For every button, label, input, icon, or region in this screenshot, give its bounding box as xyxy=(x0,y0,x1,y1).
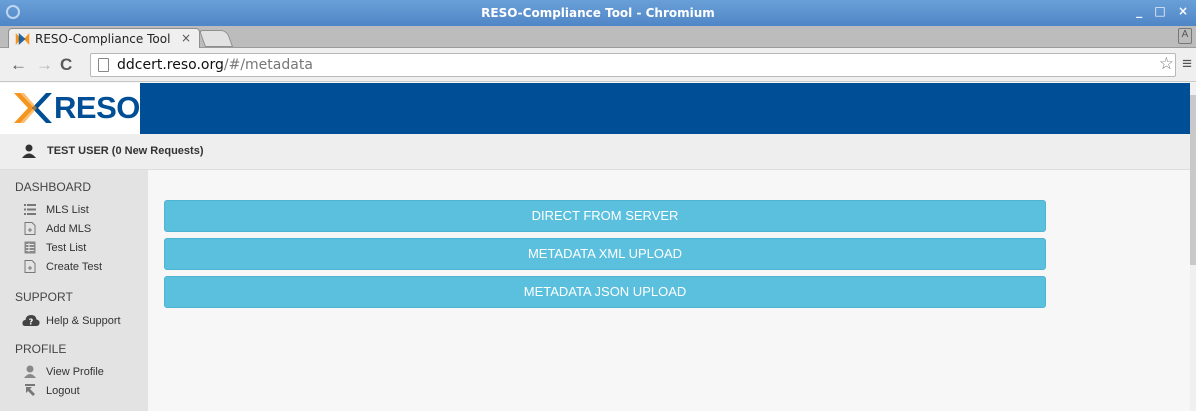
section-dashboard[interactable]: DASHBOARD xyxy=(15,180,91,194)
user-status-text: TEST USER (0 New Requests) xyxy=(47,145,204,157)
page-icon xyxy=(98,58,109,72)
direct-from-server-button[interactable]: DIRECT FROM SERVER xyxy=(164,200,1046,232)
sidebar-item-label: Add MLS xyxy=(46,223,92,235)
sidebar-item-label: Create Test xyxy=(46,261,103,273)
tab-label: RESO-Compliance Tool xyxy=(35,32,171,46)
list-icon xyxy=(24,204,36,215)
profile-icon[interactable]: A xyxy=(1178,28,1192,44)
section-support[interactable]: SUPPORT xyxy=(15,290,73,304)
url-path: /#/metadata xyxy=(223,57,313,73)
svg-text:?: ? xyxy=(29,318,34,327)
page-content: RESO TEST USER (0 New Requests) DASHBOAR… xyxy=(0,83,1196,411)
scrollbar-thumb[interactable] xyxy=(1190,95,1196,265)
sidebar-item-test-list[interactable]: Test List xyxy=(24,240,144,258)
browser-menu-icon[interactable]: ≡ xyxy=(1182,54,1192,74)
tab-strip: RESO-Compliance Tool × A xyxy=(0,26,1196,49)
sidebar-item-create-test[interactable]: Create Test xyxy=(24,259,144,277)
reload-button[interactable]: C xyxy=(60,55,72,75)
browser-toolbar: ← → C ddcert.reso.org/#/metadata xyxy=(0,48,1196,82)
url-text: ddcert.reso.org/#/metadata xyxy=(117,57,313,73)
address-bar[interactable]: ddcert.reso.org/#/metadata xyxy=(90,53,1176,77)
logo-text: RESO xyxy=(54,90,140,125)
window-title-bar: RESO-Compliance Tool - Chromium _ □ × xyxy=(0,0,1196,26)
tab-reso-compliance[interactable]: RESO-Compliance Tool × xyxy=(8,28,200,49)
url-host: ddcert.reso.org xyxy=(117,57,224,73)
sidebar-item-label: Help & Support xyxy=(46,315,121,327)
sidebar-item-logout[interactable]: Logout xyxy=(24,383,144,401)
table-icon xyxy=(24,241,36,254)
tab-close-icon[interactable]: × xyxy=(181,31,191,45)
sidebar-item-label: View Profile xyxy=(46,366,104,378)
main-content: DIRECT FROM SERVER METADATA XML UPLOAD M… xyxy=(148,170,1196,411)
back-button[interactable]: ← xyxy=(10,55,27,75)
add-doc-icon xyxy=(24,222,36,235)
page-scrollbar[interactable] xyxy=(1190,83,1196,411)
metadata-xml-upload-button[interactable]: METADATA XML UPLOAD xyxy=(164,238,1046,270)
reso-favicon-icon xyxy=(15,33,30,45)
window-controls[interactable]: _ □ × xyxy=(1136,4,1192,18)
logout-arrow-icon xyxy=(25,384,35,396)
sidebar-item-mls-list[interactable]: MLS List xyxy=(24,202,144,220)
sidebar-item-view-profile[interactable]: View Profile xyxy=(24,364,144,382)
reso-logo[interactable]: RESO xyxy=(0,83,140,134)
user-icon xyxy=(22,144,36,158)
sidebar-item-label: MLS List xyxy=(46,204,89,216)
forward-button[interactable]: → xyxy=(36,55,53,75)
sidebar-item-label: Logout xyxy=(46,385,80,397)
window-title: RESO-Compliance Tool - Chromium xyxy=(481,6,715,20)
add-doc-icon xyxy=(24,260,36,273)
app-header: RESO xyxy=(0,83,1196,134)
sidebar-item-add-mls[interactable]: Add MLS xyxy=(24,221,144,239)
user-icon xyxy=(24,365,36,378)
new-tab-button[interactable] xyxy=(198,30,234,47)
metadata-json-upload-button[interactable]: METADATA JSON UPLOAD xyxy=(164,276,1046,308)
section-profile[interactable]: PROFILE xyxy=(15,342,66,356)
sidebar-item-help-support[interactable]: ? Help & Support xyxy=(22,313,144,331)
sidebar: DASHBOARD MLS List Add MLS Test List Cre… xyxy=(0,170,148,411)
sidebar-item-label: Test List xyxy=(46,242,87,254)
user-bar: TEST USER (0 New Requests) xyxy=(0,134,1196,170)
help-cloud-icon: ? xyxy=(22,315,40,327)
bookmark-star-icon[interactable]: ☆ xyxy=(1159,54,1174,74)
reso-logo-mark-icon xyxy=(14,93,52,123)
